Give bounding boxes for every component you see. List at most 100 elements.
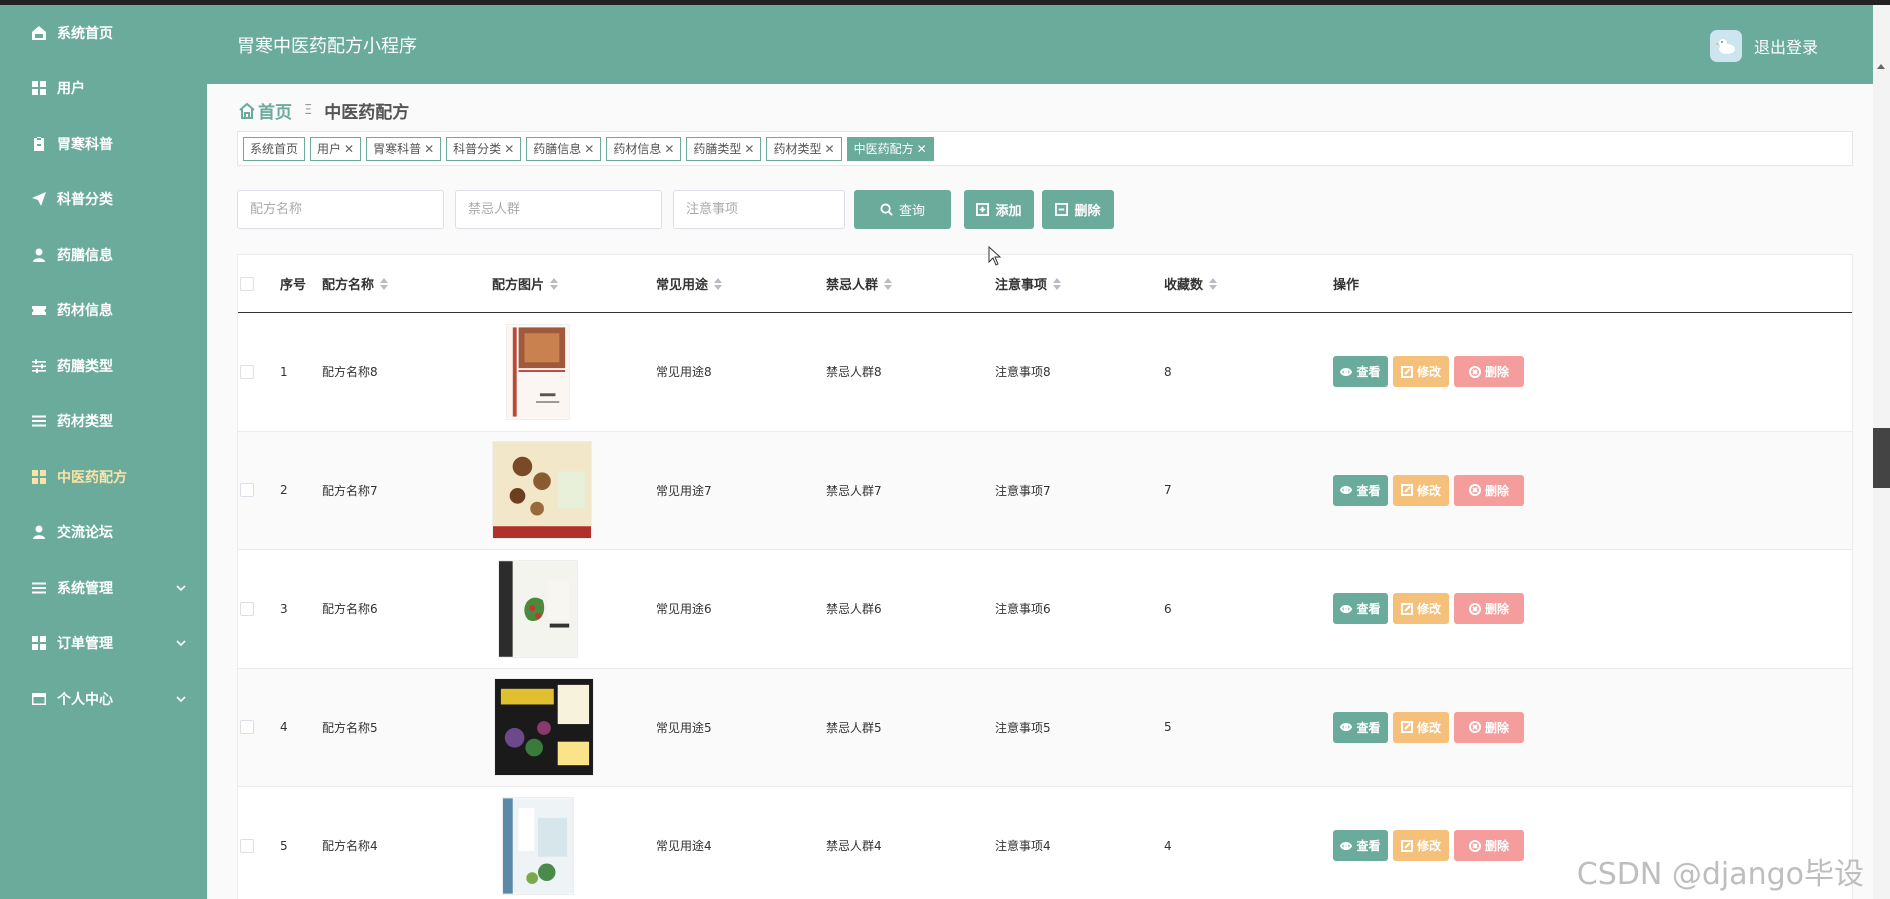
add-button[interactable]: 添加: [964, 190, 1034, 229]
close-icon[interactable]: ✕: [424, 142, 434, 156]
row-delete-button[interactable]: 删除: [1454, 593, 1524, 625]
row-checkbox[interactable]: [240, 483, 254, 498]
tag-diet-type[interactable]: 药膳类型 ✕: [686, 136, 762, 161]
row-actions: 查看 修改 删除: [1333, 711, 1529, 743]
tag-herb-info[interactable]: 药材信息 ✕: [606, 136, 682, 161]
row-checkbox[interactable]: [240, 364, 254, 379]
view-button[interactable]: 查看: [1333, 593, 1388, 625]
edit-label: 修改: [1416, 483, 1441, 498]
tag-diet-info[interactable]: 药膳信息 ✕: [526, 136, 602, 161]
view-button[interactable]: 查看: [1333, 711, 1388, 743]
minus-square-icon: [1055, 203, 1069, 216]
formula-name-input[interactable]: [237, 190, 444, 229]
cell-image[interactable]: [502, 796, 574, 895]
sort-icon[interactable]: [1053, 277, 1062, 290]
sidebar-item-label: 系统管理: [57, 580, 113, 597]
close-icon[interactable]: ✕: [584, 142, 594, 156]
sidebar-item-diet-info[interactable]: 药膳信息: [0, 227, 207, 283]
view-button[interactable]: 查看: [1333, 356, 1388, 388]
sidebar-item-orders[interactable]: 订单管理: [0, 616, 207, 672]
notice-input[interactable]: [673, 190, 845, 229]
edit-icon: [1400, 839, 1413, 852]
cell-notice: 注意事项6: [995, 602, 1051, 617]
header-image[interactable]: 配方图片: [492, 274, 559, 293]
view-button[interactable]: 查看: [1333, 830, 1388, 862]
sidebar-item-system[interactable]: 系统管理: [0, 560, 207, 616]
view-button[interactable]: 查看: [1333, 474, 1388, 506]
edit-button[interactable]: 修改: [1393, 356, 1449, 388]
cell-favorites: 4: [1164, 838, 1172, 853]
header-notice[interactable]: 注意事项: [995, 274, 1062, 293]
close-icon[interactable]: ✕: [825, 142, 835, 156]
select-all-checkbox[interactable]: [240, 276, 254, 291]
sort-icon[interactable]: [1209, 277, 1218, 290]
sidebar-item-science-category[interactable]: 科普分类: [0, 172, 207, 228]
edit-button[interactable]: 修改: [1393, 474, 1449, 506]
header-favorites[interactable]: 收藏数: [1164, 274, 1218, 293]
sidebar-item-profile[interactable]: 个人中心: [0, 671, 207, 727]
logout-button[interactable]: 退出登录: [1754, 34, 1818, 58]
book-cover-image: [506, 323, 570, 420]
row-delete-button[interactable]: 删除: [1454, 474, 1524, 506]
tag-herb-type[interactable]: 药材类型 ✕: [766, 136, 842, 161]
tag-home[interactable]: 系统首页: [243, 136, 306, 161]
edit-icon: [1400, 484, 1413, 497]
sidebar-item-home[interactable]: 系统首页: [0, 5, 207, 61]
sidebar-item-tcm-formula[interactable]: 中医药配方: [0, 449, 207, 505]
close-circle-icon: [1468, 721, 1481, 734]
header-name[interactable]: 配方名称: [322, 274, 389, 293]
close-icon[interactable]: ✕: [917, 142, 927, 156]
forbidden-group-input[interactable]: [455, 190, 662, 229]
row-delete-button[interactable]: 删除: [1454, 830, 1524, 862]
cell-forbidden: 禁忌人群5: [826, 720, 882, 735]
scrollbar-thumb[interactable]: [1873, 428, 1890, 488]
edit-button[interactable]: 修改: [1393, 711, 1449, 743]
edit-button[interactable]: 修改: [1393, 593, 1449, 625]
row-actions: 查看 修改 删除: [1333, 830, 1529, 862]
row-checkbox[interactable]: [240, 838, 254, 853]
query-button[interactable]: 查询: [854, 190, 951, 229]
tag-tcm-formula[interactable]: 中医药配方 ✕: [846, 136, 934, 161]
row-delete-button[interactable]: 删除: [1454, 711, 1524, 743]
edit-icon: [1400, 602, 1413, 615]
tag-users[interactable]: 用户 ✕: [310, 136, 362, 161]
row-checkbox[interactable]: [240, 601, 254, 616]
sidebar-item-herb-info[interactable]: 药材信息: [0, 283, 207, 339]
sort-icon[interactable]: [380, 277, 389, 290]
close-icon[interactable]: ✕: [664, 142, 674, 156]
sort-icon[interactable]: [884, 277, 893, 290]
sidebar-item-herb-type[interactable]: 药材类型: [0, 394, 207, 450]
sort-icon[interactable]: [550, 277, 559, 290]
avatar[interactable]: [1709, 30, 1742, 62]
row-delete-button[interactable]: 删除: [1454, 356, 1524, 388]
chevron-down-icon: [175, 693, 187, 705]
tag-science-category[interactable]: 科普分类 ✕: [446, 136, 522, 161]
cell-image[interactable]: [498, 559, 578, 658]
sidebar-item-forum[interactable]: 交流论坛: [0, 505, 207, 561]
cell-image[interactable]: [506, 323, 570, 420]
row-actions: 查看 修改 删除: [1333, 356, 1529, 388]
row-checkbox[interactable]: [240, 720, 254, 735]
sidebar-item-label: 药膳信息: [57, 247, 113, 264]
close-icon[interactable]: ✕: [344, 142, 354, 156]
close-circle-icon: [1468, 365, 1481, 378]
sidebar-item-science[interactable]: 胃寒科普: [0, 116, 207, 172]
close-icon[interactable]: ✕: [504, 142, 514, 156]
eye-icon: [1340, 486, 1353, 495]
header-forbidden[interactable]: 禁忌人群: [826, 274, 893, 293]
scroll-up-icon[interactable]: [1877, 64, 1885, 69]
cell-image[interactable]: [494, 678, 594, 777]
header-actions-label: 操作: [1333, 278, 1360, 293]
close-icon[interactable]: ✕: [744, 142, 754, 156]
sidebar-item-diet-type[interactable]: 药膳类型: [0, 338, 207, 394]
app-title: 胃寒中医药配方小程序: [237, 35, 417, 57]
edit-button[interactable]: 修改: [1393, 830, 1449, 862]
header-usage[interactable]: 常见用途: [656, 274, 723, 293]
sidebar-item-users[interactable]: 用户: [0, 61, 207, 117]
cell-image[interactable]: [492, 441, 592, 540]
cell-notice: 注意事项8: [995, 365, 1051, 380]
breadcrumb-home[interactable]: 首页: [238, 98, 292, 123]
delete-button[interactable]: 删除: [1042, 190, 1114, 229]
tag-science[interactable]: 胃寒科普 ✕: [366, 136, 442, 161]
sort-icon[interactable]: [714, 277, 723, 290]
